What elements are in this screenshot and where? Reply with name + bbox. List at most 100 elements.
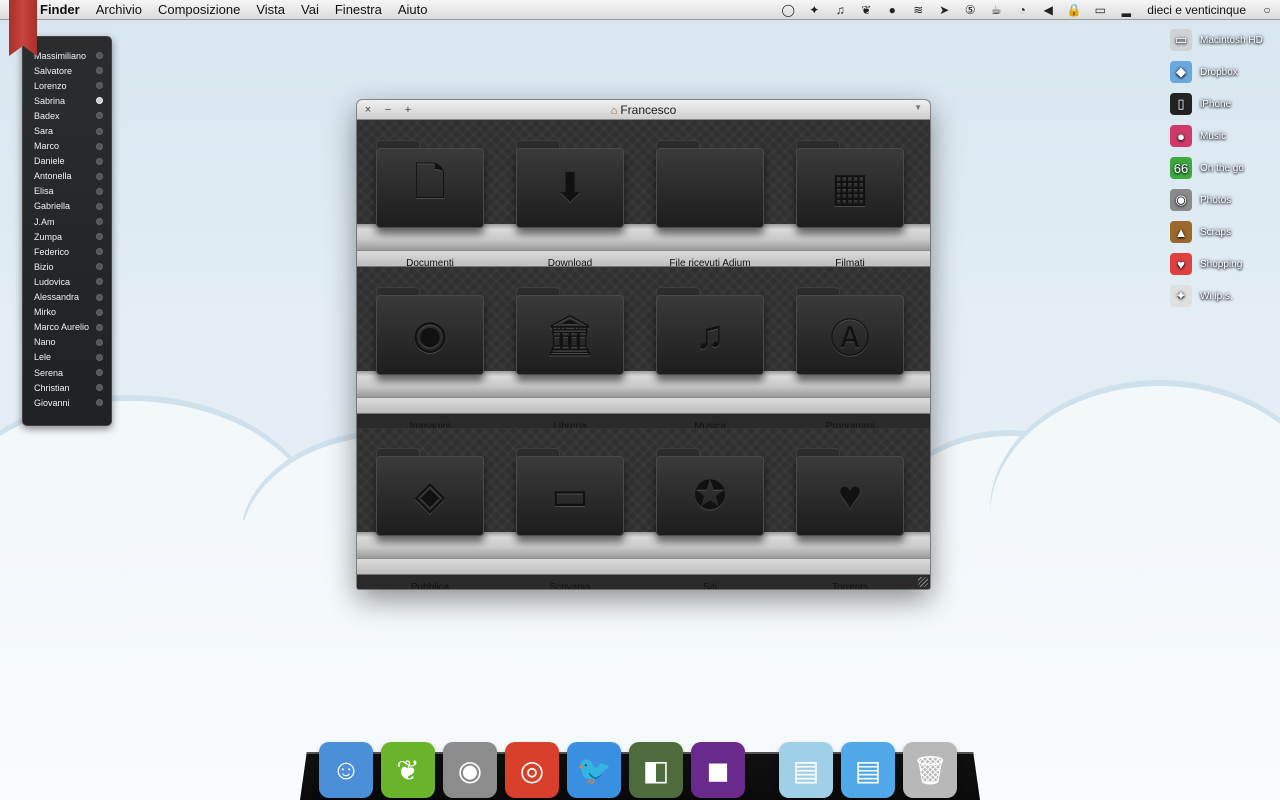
pile-icon: ▲ (1170, 221, 1192, 243)
contact-item[interactable]: Giovanni (23, 395, 111, 410)
bowler-hat-icon[interactable]: ● (879, 3, 905, 17)
status-indicator-icon (96, 278, 103, 286)
contact-item[interactable]: Lorenzo (23, 78, 111, 93)
desktop-item[interactable]: ◆ Dropbox (1160, 56, 1280, 88)
contact-item[interactable]: Christian (23, 380, 111, 395)
desktop-item[interactable]: ▲ Scraps (1160, 216, 1280, 248)
menubar: Finder Archivio Composizione Vista Vai Fines… (0, 0, 1280, 20)
contact-item[interactable]: Bizio (23, 259, 111, 274)
desktop-item[interactable]: ♥ Shopping (1160, 248, 1280, 280)
status-indicator-icon (96, 233, 103, 241)
contact-item[interactable]: Mirko (23, 305, 111, 320)
contact-item[interactable]: Marco (23, 139, 111, 154)
music-note-icon: ♫ (656, 295, 764, 375)
blank-folder-icon (656, 148, 764, 228)
menubar-clock[interactable]: dieci e venticinque (1139, 3, 1254, 17)
contact-item[interactable]: Sara (23, 123, 111, 138)
dock-item-twitter[interactable]: 🐦 (566, 734, 622, 798)
folder-scrivania[interactable]: ▭ Scrivania (500, 448, 640, 589)
contact-item[interactable]: Elisa (23, 184, 111, 199)
folder-programmi[interactable]: Ⓐ Programmi (780, 287, 920, 432)
badge-5-icon[interactable]: ⑤ (957, 3, 983, 17)
folder-documenti[interactable]: 🗋 Documenti (360, 140, 500, 269)
contact-item[interactable]: Badex (23, 108, 111, 123)
zoom-button[interactable]: + (399, 104, 417, 116)
desktop-item[interactable]: 66 On the go (1160, 152, 1280, 184)
minimize-button[interactable]: − (379, 104, 397, 116)
folder-pubblica[interactable]: ◈ Pubblica (360, 448, 500, 589)
dock-item-camera[interactable]: ◉ (442, 734, 498, 798)
speech-bubble-icon[interactable]: ◯ (775, 3, 801, 17)
desktop-item[interactable]: ✦ Wi.ip.s. (1160, 280, 1280, 312)
folder-siti[interactable]: ✪ Siti (640, 448, 780, 589)
contact-item[interactable]: Zumpa (23, 229, 111, 244)
dock-item-finder[interactable]: ☺ (318, 734, 374, 798)
dock-item-chrome[interactable]: ◎ (504, 734, 560, 798)
menu-0[interactable]: Archivio (88, 0, 150, 20)
app-menu[interactable]: Finder (32, 0, 88, 20)
battery-icon[interactable]: ▭ (1087, 3, 1113, 17)
dock-item-adium[interactable]: ◧ (628, 734, 684, 798)
desktop-item-label: Scraps (1200, 226, 1232, 238)
contact-name: Elisa (34, 186, 54, 197)
status-indicator-icon (96, 172, 103, 180)
contact-item[interactable]: Gabriella (23, 199, 111, 214)
desktop-item-label: Photos (1200, 194, 1232, 206)
contact-item[interactable]: Alessandra (23, 290, 111, 305)
dock-item-game[interactable]: ◼ (690, 734, 746, 798)
folder-download[interactable]: ⬇ Download (500, 140, 640, 269)
timer-icon[interactable]: ◔ (1009, 3, 1035, 17)
contact-item[interactable]: Ludovica (23, 274, 111, 289)
signal-bars-icon[interactable]: ▂ (1113, 3, 1139, 17)
desktop-item[interactable]: ▯ iPhone (1160, 88, 1280, 120)
folder-immagini[interactable]: ◉ Immagini (360, 287, 500, 432)
folder-file-ricevuti-adium[interactable]: File ricevuti Adium (640, 140, 780, 269)
contact-item[interactable]: Federico (23, 244, 111, 259)
contact-item[interactable]: Salvatore (23, 63, 111, 78)
desktop-item[interactable]: ◉ Photos (1160, 184, 1280, 216)
cursor-icon[interactable]: ➤ (931, 3, 957, 17)
menu-5[interactable]: Aiuto (390, 0, 436, 20)
spotlight-icon[interactable]: ○ (1254, 3, 1280, 17)
desktop-item[interactable]: ▭ Macintosh HD (1160, 24, 1280, 56)
shelf-row: 🗋 Documenti ⬇ Download File ricevuti Adium ▦ F… (357, 120, 930, 269)
music-note-icon[interactable]: ♫ (827, 3, 853, 17)
menu-1[interactable]: Composizione (150, 0, 248, 20)
contact-item[interactable]: Sabrina (23, 93, 111, 108)
close-button[interactable]: × (359, 104, 377, 116)
contact-item[interactable]: Lele (23, 350, 111, 365)
dock-item-trash[interactable]: 🗑 (902, 734, 958, 798)
contact-name: Antonella (34, 171, 72, 182)
satellite-icon[interactable]: ≋ (905, 3, 931, 17)
lock-icon[interactable]: 🔒 (1061, 3, 1087, 17)
leaf-icon[interactable]: ❦ (853, 3, 879, 17)
menu-4[interactable]: Finestra (327, 0, 390, 20)
menu-3[interactable]: Vai (293, 0, 327, 20)
folder-torrents[interactable]: ♥ Torrents (780, 448, 920, 589)
desktop-item[interactable]: ● Music (1160, 120, 1280, 152)
folder-musica[interactable]: ♫ Musica (640, 287, 780, 432)
window-titlebar[interactable]: × − + ⌂ Francesco ▼ (357, 100, 930, 120)
folder-filmati[interactable]: ▦ Filmati (780, 140, 920, 269)
dock-item-peapod[interactable]: ❦ (380, 734, 436, 798)
contact-item[interactable]: Daniele (23, 154, 111, 169)
contact-item[interactable]: J.Am (23, 214, 111, 229)
coffee-cup-icon[interactable]: ☕ (983, 3, 1009, 17)
volume-icon[interactable]: ◀ (1035, 3, 1061, 17)
contact-name: Badex (34, 110, 60, 121)
contact-name: Massimiliano (34, 50, 87, 61)
resize-handle[interactable] (918, 577, 928, 587)
menu-2[interactable]: Vista (248, 0, 293, 20)
dock-item-apps-stack[interactable]: ▤ (778, 734, 834, 798)
twitter-bird-icon: 🐦 (567, 742, 621, 798)
app-store-icon: Ⓐ (796, 295, 904, 375)
folder-libreria[interactable]: 🏛 Libreria (500, 287, 640, 432)
status-indicator-icon (96, 82, 103, 90)
toolbar-toggle-icon[interactable]: ▼ (914, 103, 922, 112)
paw-icon[interactable]: ✦ (801, 3, 827, 17)
dock-item-downloads-stack[interactable]: ▤ (840, 734, 896, 798)
contact-item[interactable]: Nano (23, 335, 111, 350)
contact-item[interactable]: Marco Aurelio (23, 320, 111, 335)
contact-item[interactable]: Serena (23, 365, 111, 380)
contact-item[interactable]: Antonella (23, 169, 111, 184)
